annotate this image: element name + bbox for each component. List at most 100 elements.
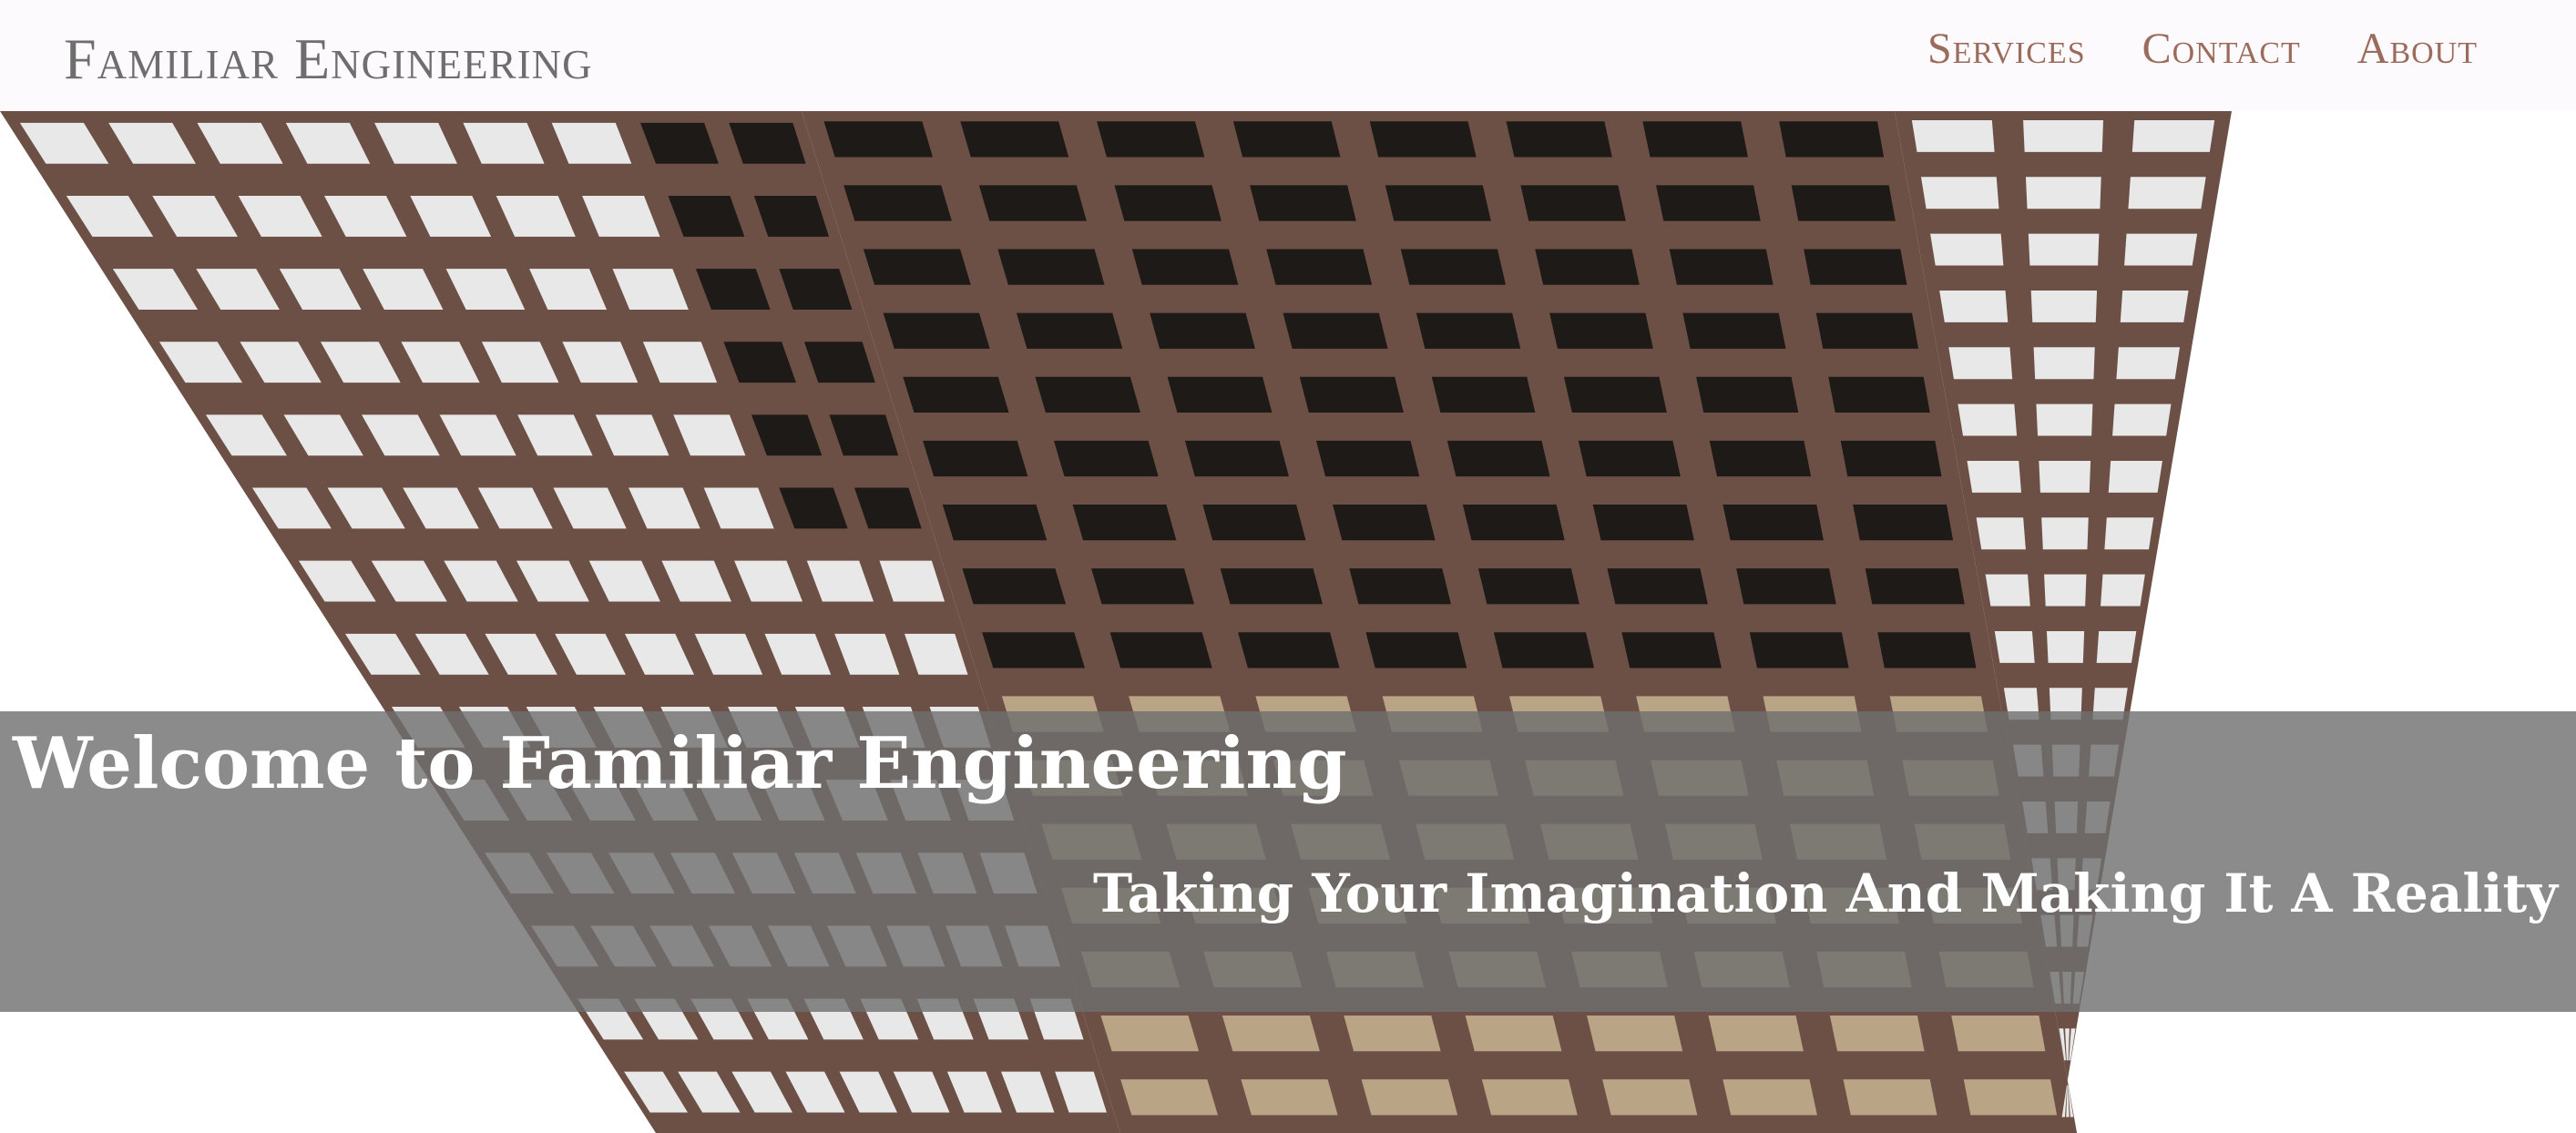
right-window	[1939, 290, 2009, 322]
right-window	[1920, 177, 1999, 209]
right-window	[2096, 630, 2137, 663]
center-window	[1592, 504, 1694, 541]
center-window	[1465, 1015, 1562, 1052]
hero-subtitle: Taking Your Imagination And Making It A …	[1093, 863, 2558, 924]
right-window	[1911, 119, 1995, 152]
right-window	[2041, 517, 2089, 550]
center-window	[1477, 568, 1579, 605]
center-window	[1016, 312, 1123, 349]
center-window	[1344, 1015, 1441, 1052]
hero-title: Welcome to Familiar Engineering	[13, 722, 1347, 805]
center-window	[1696, 376, 1799, 413]
center-window	[1493, 632, 1595, 669]
center-window	[1779, 121, 1885, 158]
center-window	[1669, 249, 1774, 285]
center-window	[1349, 568, 1451, 605]
center-window	[863, 249, 971, 285]
center-window	[960, 121, 1069, 158]
center-window	[1369, 121, 1477, 158]
center-window	[1241, 1079, 1338, 1116]
center-window	[1549, 312, 1653, 349]
right-window	[2044, 574, 2087, 607]
center-window	[1446, 440, 1550, 477]
center-window	[843, 185, 952, 221]
center-window	[1266, 249, 1373, 285]
center-window	[1656, 185, 1761, 221]
center-window	[1506, 121, 1612, 158]
right-window	[2128, 177, 2206, 209]
center-window	[1150, 312, 1255, 349]
right-window	[2046, 630, 2085, 663]
center-window	[1828, 376, 1930, 413]
center-window	[1315, 440, 1420, 477]
right-window	[2124, 233, 2198, 266]
center-window	[1951, 1015, 2046, 1052]
center-window	[1578, 440, 1681, 477]
center-window	[1109, 632, 1212, 669]
center-window	[962, 568, 1067, 605]
center-window	[1299, 376, 1404, 413]
center-window	[1791, 185, 1896, 221]
right-window	[1976, 517, 2026, 550]
center-window	[1184, 440, 1289, 477]
center-window	[1736, 568, 1836, 605]
center-window	[1709, 440, 1812, 477]
center-window	[923, 440, 1028, 477]
right-window	[2028, 233, 2100, 266]
center-window	[1400, 249, 1507, 285]
center-window	[1621, 632, 1722, 669]
center-window	[1708, 1015, 1804, 1052]
site-header: Familiar Engineering Services Contact Ab…	[0, 0, 2576, 111]
center-window	[978, 185, 1087, 221]
right-window	[2101, 574, 2145, 607]
center-window	[1385, 185, 1491, 221]
right-window	[1985, 574, 2030, 607]
center-window	[1416, 312, 1521, 349]
center-window	[1053, 440, 1159, 477]
center-window	[1749, 632, 1849, 669]
right-window	[1967, 460, 2021, 493]
center-window	[1120, 1079, 1219, 1116]
right-window	[2039, 460, 2091, 493]
center-window	[1682, 312, 1786, 349]
right-window	[2112, 403, 2172, 436]
right-window	[2033, 347, 2095, 380]
brand-logo-text[interactable]: Familiar Engineering	[64, 26, 593, 93]
nav-about-link[interactable]: About	[2357, 24, 2478, 74]
right-window	[2104, 517, 2154, 550]
center-window	[1238, 632, 1340, 669]
center-window	[1877, 632, 1977, 669]
center-window	[1035, 376, 1140, 413]
hero-section: Welcome to Familiar Engineering Taking Y…	[0, 111, 2576, 1133]
center-window	[1804, 249, 1907, 285]
center-window	[997, 249, 1105, 285]
right-window	[2131, 119, 2215, 152]
center-window	[1250, 185, 1356, 221]
center-window	[1431, 376, 1536, 413]
center-window	[823, 121, 934, 158]
hero-banner: Welcome to Familiar Engineering Taking Y…	[0, 711, 2576, 1012]
right-window	[1930, 233, 2004, 266]
center-window	[1481, 1079, 1578, 1116]
center-window	[1097, 121, 1205, 158]
nav-contact-link[interactable]: Contact	[2142, 24, 2301, 74]
center-window	[942, 504, 1048, 541]
right-window	[2116, 347, 2181, 380]
center-window	[1365, 632, 1467, 669]
right-window	[1958, 403, 2018, 436]
nav-services-link[interactable]: Services	[1927, 24, 2086, 74]
center-window	[1222, 1015, 1320, 1052]
right-window	[1948, 347, 2013, 380]
center-window	[1587, 1015, 1683, 1052]
center-window	[1333, 504, 1436, 541]
center-window	[1283, 312, 1388, 349]
center-window	[1853, 504, 1954, 541]
center-window	[1829, 1015, 1925, 1052]
main-nav: Services Contact About	[1927, 24, 2478, 74]
center-window	[1520, 185, 1626, 221]
center-window	[1840, 440, 1942, 477]
center-window	[1535, 249, 1640, 285]
right-window	[2023, 119, 2104, 152]
right-window	[2108, 460, 2162, 493]
center-window	[1843, 1079, 1937, 1116]
